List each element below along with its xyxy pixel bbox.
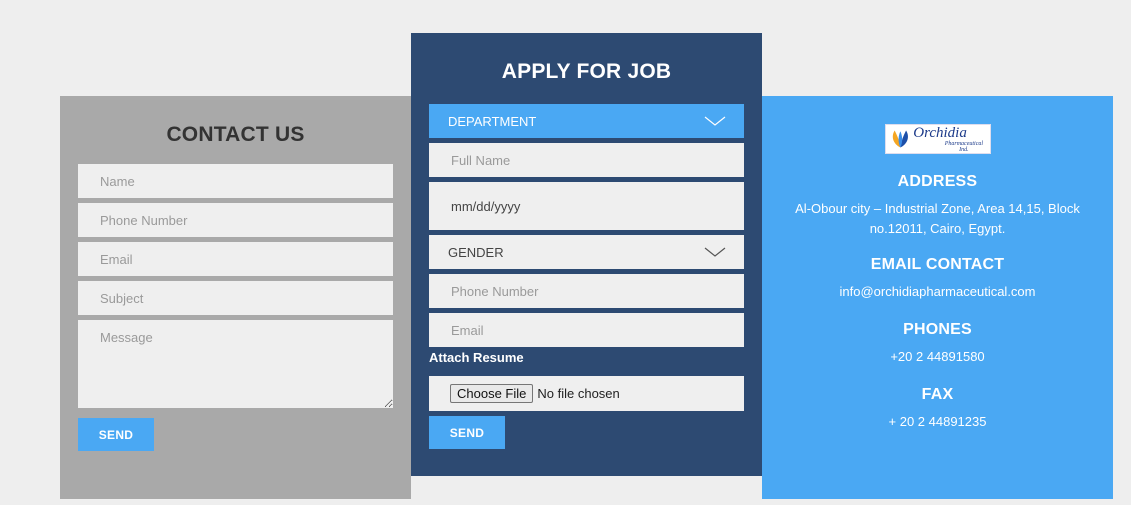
contact-message-textarea[interactable] [78, 320, 393, 408]
chevron-down-icon [704, 247, 726, 257]
address-heading: ADDRESS [897, 173, 978, 190]
department-select[interactable]: DEPARTMENT [429, 104, 744, 138]
phones-heading: PHONES [903, 321, 972, 338]
contact-subject-input[interactable] [78, 281, 393, 315]
contact-send-button[interactable]: SEND [78, 418, 154, 451]
apply-fullname-input[interactable] [429, 143, 744, 177]
apply-email-input[interactable] [429, 313, 744, 347]
logo-name: Orchidia [913, 124, 967, 141]
address-text: Al-Obour city – Industrial Zone, Area 14… [795, 201, 1080, 236]
contact-email-input[interactable] [78, 242, 393, 276]
email-heading: EMAIL CONTACT [870, 256, 1005, 273]
email-link[interactable]: info@orchidiapharmaceutical.com [762, 282, 1113, 302]
apply-phone-input[interactable] [429, 274, 744, 308]
orchid-logo-icon [892, 130, 908, 148]
contact-us-panel: CONTACT US SEND [60, 96, 411, 499]
gender-select-label: GENDER [448, 244, 504, 260]
company-logo: Orchidia Pharmaceutical Ind. [884, 124, 991, 154]
phone-number: +20 2 44891580 [890, 349, 985, 364]
fax-heading: FAX [921, 386, 954, 403]
apply-date-input[interactable]: mm/dd/yyyy [429, 182, 744, 230]
contact-name-input[interactable] [78, 164, 393, 198]
choose-file-button[interactable]: Choose File [450, 384, 534, 403]
company-info-panel: Orchidia Pharmaceutical Ind. ADDRESS Al-… [762, 96, 1113, 499]
apply-title: APPLY FOR JOB [501, 60, 672, 83]
attach-resume-label: Attach Resume [429, 350, 524, 365]
apply-for-job-panel: APPLY FOR JOB DEPARTMENT mm/dd/yyyy GEND… [411, 33, 762, 476]
date-value: mm/dd/yyyy [451, 198, 521, 214]
resume-file-input[interactable]: Choose File No file chosen [429, 376, 744, 411]
contact-phone-input[interactable] [78, 203, 393, 237]
chevron-down-icon [704, 116, 726, 126]
file-status-text: No file chosen [537, 386, 620, 401]
logo-subtitle: Pharmaceutical Ind. [944, 140, 984, 153]
department-select-label: DEPARTMENT [448, 113, 537, 129]
contact-title: CONTACT US [166, 123, 305, 146]
gender-select[interactable]: GENDER [429, 235, 744, 269]
fax-number: + 20 2 44891235 [888, 414, 987, 429]
apply-send-button[interactable]: SEND [429, 416, 505, 449]
